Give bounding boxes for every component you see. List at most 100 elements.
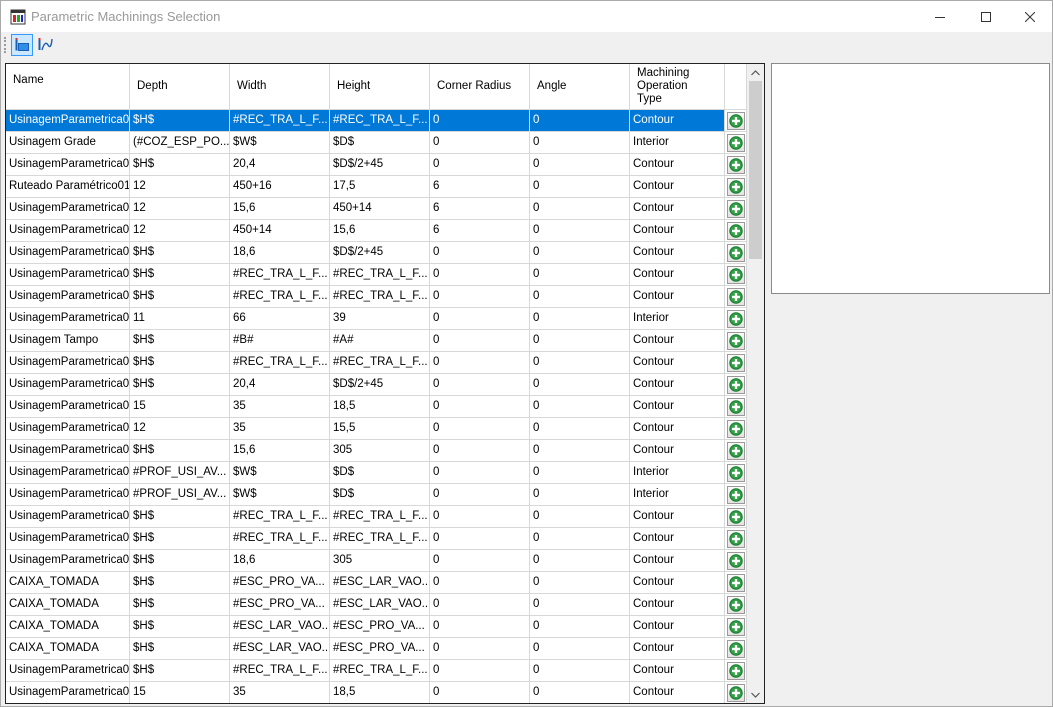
- cell-height[interactable]: 450+14: [330, 198, 430, 220]
- col-header-operation-type[interactable]: Machining Operation Type: [630, 64, 725, 110]
- add-machining-button[interactable]: [726, 199, 745, 218]
- cell-width[interactable]: 15,6: [230, 440, 330, 462]
- cell-width[interactable]: $W$: [230, 132, 330, 154]
- title-bar[interactable]: Parametric Machinings Selection: [1, 1, 1052, 32]
- cell-depth[interactable]: $H$: [130, 594, 230, 616]
- cell-angle[interactable]: 0: [530, 242, 630, 264]
- cell-depth[interactable]: 12: [130, 220, 230, 242]
- table-row[interactable]: UsinagemParametrica01 $H$ #REC_TRA_L_F... #…: [6, 286, 747, 308]
- rectangle-tool-button[interactable]: [11, 34, 33, 56]
- add-machining-button[interactable]: [726, 287, 745, 306]
- cell-depth[interactable]: 11: [130, 308, 230, 330]
- add-machining-button[interactable]: [726, 683, 745, 702]
- cell-operation-type[interactable]: Contour: [630, 572, 725, 594]
- cell-name[interactable]: CAIXA_TOMADA: [6, 616, 130, 638]
- cell-operation-type[interactable]: Contour: [630, 528, 725, 550]
- add-machining-button[interactable]: [726, 397, 745, 416]
- cell-name[interactable]: UsinagemParametrica01: [6, 198, 130, 220]
- cell-depth[interactable]: 15: [130, 396, 230, 418]
- cell-angle[interactable]: 0: [530, 286, 630, 308]
- cell-corner-radius[interactable]: 6: [430, 220, 530, 242]
- add-machining-button[interactable]: [726, 309, 745, 328]
- add-machining-button[interactable]: [726, 617, 745, 636]
- add-machining-button[interactable]: [726, 111, 745, 130]
- cell-corner-radius[interactable]: 0: [430, 528, 530, 550]
- cell-height[interactable]: #A#: [330, 330, 430, 352]
- minimize-button[interactable]: [917, 1, 963, 32]
- cell-angle[interactable]: 0: [530, 396, 630, 418]
- add-machining-button[interactable]: [726, 507, 745, 526]
- cell-angle[interactable]: 0: [530, 330, 630, 352]
- cell-name[interactable]: UsinagemParametrica01: [6, 418, 130, 440]
- cell-angle[interactable]: 0: [530, 462, 630, 484]
- cell-name[interactable]: UsinagemParametrica01: [6, 506, 130, 528]
- table-row[interactable]: UsinagemParametrica01 15 35 18,5 0 0 Contour: [6, 396, 747, 418]
- cell-width[interactable]: #ESC_LAR_VAO...: [230, 638, 330, 660]
- cell-height[interactable]: #ESC_LAR_VAO...: [330, 572, 430, 594]
- col-header-corner-radius[interactable]: Corner Radius: [430, 64, 530, 110]
- add-machining-button[interactable]: [726, 573, 745, 592]
- cell-name[interactable]: Ruteado Paramétrico01: [6, 176, 130, 198]
- col-header-width[interactable]: Width: [230, 64, 330, 110]
- cell-angle[interactable]: 0: [530, 132, 630, 154]
- cell-depth[interactable]: $H$: [130, 506, 230, 528]
- cell-width[interactable]: #REC_TRA_L_F...: [230, 506, 330, 528]
- add-machining-button[interactable]: [726, 133, 745, 152]
- cell-corner-radius[interactable]: 0: [430, 154, 530, 176]
- col-header-depth[interactable]: Depth: [130, 64, 230, 110]
- cell-operation-type[interactable]: Contour: [630, 396, 725, 418]
- cell-operation-type[interactable]: Contour: [630, 330, 725, 352]
- cell-depth[interactable]: $H$: [130, 660, 230, 682]
- cell-operation-type[interactable]: Contour: [630, 638, 725, 660]
- cell-height[interactable]: #REC_TRA_L_F...: [330, 286, 430, 308]
- table-row[interactable]: UsinagemParametrica01 #PROF_USI_AV... $W$ $…: [6, 462, 747, 484]
- add-machining-button[interactable]: [726, 551, 745, 570]
- cell-depth[interactable]: (#COZ_ESP_PO...: [130, 132, 230, 154]
- cell-angle[interactable]: 0: [530, 308, 630, 330]
- add-machining-button[interactable]: [726, 221, 745, 240]
- table-row[interactable]: UsinagemParametrica01 12 15,6 450+14 6 0 Conto…: [6, 198, 747, 220]
- cell-width[interactable]: $W$: [230, 462, 330, 484]
- cell-corner-radius[interactable]: 0: [430, 462, 530, 484]
- cell-corner-radius[interactable]: 0: [430, 286, 530, 308]
- cell-operation-type[interactable]: Contour: [630, 550, 725, 572]
- cell-width[interactable]: #ESC_PRO_VA...: [230, 594, 330, 616]
- cell-name[interactable]: UsinagemParametrica01: [6, 374, 130, 396]
- cell-name[interactable]: UsinagemParametrica01: [6, 308, 130, 330]
- cell-height[interactable]: 15,5: [330, 418, 430, 440]
- cell-name[interactable]: UsinagemParametrica01: [6, 550, 130, 572]
- cell-height[interactable]: $D$: [330, 132, 430, 154]
- cell-depth[interactable]: 15: [130, 682, 230, 703]
- scroll-up-arrow[interactable]: [747, 64, 764, 81]
- cell-corner-radius[interactable]: 0: [430, 594, 530, 616]
- cell-operation-type[interactable]: Interior: [630, 484, 725, 506]
- cell-height[interactable]: #REC_TRA_L_F...: [330, 506, 430, 528]
- col-header-height[interactable]: Height: [330, 64, 430, 110]
- table-row[interactable]: UsinagemParametrica01 $H$ 18,6 305 0 0 Contour: [6, 550, 747, 572]
- table-row[interactable]: UsinagemParametrica01 $H$ #REC_TRA_L_F... #…: [6, 528, 747, 550]
- cell-depth[interactable]: $H$: [130, 330, 230, 352]
- cell-depth[interactable]: #PROF_USI_AV...: [130, 484, 230, 506]
- cell-operation-type[interactable]: Contour: [630, 594, 725, 616]
- cell-height[interactable]: $D$/2+45: [330, 242, 430, 264]
- cell-angle[interactable]: 0: [530, 506, 630, 528]
- cell-operation-type[interactable]: Contour: [630, 682, 725, 703]
- cell-height[interactable]: 18,5: [330, 682, 430, 703]
- cell-depth[interactable]: $H$: [130, 286, 230, 308]
- add-machining-button[interactable]: [726, 353, 745, 372]
- cell-name[interactable]: UsinagemParametrica01: [6, 682, 130, 703]
- cell-corner-radius[interactable]: 0: [430, 616, 530, 638]
- cell-width[interactable]: #ESC_LAR_VAO...: [230, 616, 330, 638]
- cell-corner-radius[interactable]: 0: [430, 638, 530, 660]
- cell-height[interactable]: $D$/2+45: [330, 154, 430, 176]
- add-machining-button[interactable]: [726, 441, 745, 460]
- cell-width[interactable]: #ESC_PRO_VA...: [230, 572, 330, 594]
- cell-angle[interactable]: 0: [530, 660, 630, 682]
- cell-angle[interactable]: 0: [530, 418, 630, 440]
- cell-depth[interactable]: $H$: [130, 572, 230, 594]
- scroll-down-arrow[interactable]: [747, 686, 764, 703]
- cell-angle[interactable]: 0: [530, 638, 630, 660]
- cell-name[interactable]: UsinagemParametrica01: [6, 352, 130, 374]
- table-row[interactable]: CAIXA_TOMADA $H$ #ESC_PRO_VA... #ESC_LAR_VA…: [6, 594, 747, 616]
- cell-operation-type[interactable]: Contour: [630, 110, 725, 132]
